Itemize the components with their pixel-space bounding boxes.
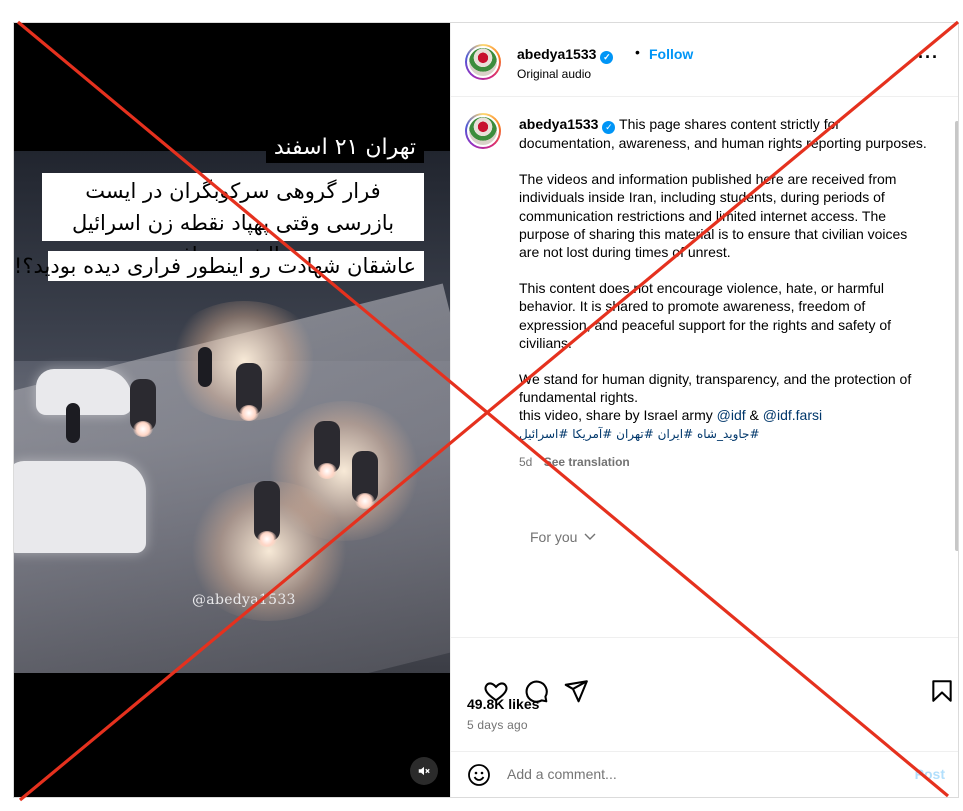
video-caption-date: تهران ۲۱ اسفند <box>265 133 424 163</box>
post-dialog: تهران ۲۱ اسفند فرار گروهی سرکوبگران در ا… <box>13 22 959 798</box>
chevron-down-icon <box>584 533 596 540</box>
speaker-muted-icon <box>418 766 430 776</box>
mention-idf[interactable]: @idf <box>717 407 746 423</box>
original-audio-link[interactable]: Original audio <box>517 67 591 81</box>
video-caption-headline: فرار گروهی سرکوبگران در ایست بازرسی وقتی… <box>42 173 424 267</box>
comment-bar: Post <box>451 751 958 797</box>
ampersand: & <box>749 407 759 424</box>
post-comment-button[interactable]: Post <box>915 766 945 782</box>
post-panel: abedya1533 ✓ • Follow Original audio ··· … <box>450 23 958 797</box>
video-watermark: @abedya1533 <box>192 592 296 608</box>
caption-paragraph-4: We stand for human dignity, transparency… <box>519 371 912 406</box>
avatar[interactable] <box>465 44 501 80</box>
video-caption-question: عاشقان شهادت رو اینطور فراری دیده بودید؟… <box>14 251 424 281</box>
username-link[interactable]: abedya1533 ✓ <box>517 46 614 64</box>
post-date[interactable]: 5 days ago <box>467 718 528 732</box>
post-caption-area: abedya1533 ✓ This page shares content str… <box>451 97 958 637</box>
mute-button[interactable] <box>410 757 438 785</box>
hashtag-list[interactable]: #جاوید_شاه #ایران #تهران #آمریکا #اسرائی… <box>519 425 929 443</box>
caption-paragraph-5: this video, share by Israel army <box>519 407 713 424</box>
follow-button[interactable]: Follow <box>649 46 693 62</box>
separator-dot: • <box>635 44 640 60</box>
bookmark-icon[interactable] <box>929 678 955 704</box>
for-you-label: For you <box>530 529 578 545</box>
comment-input[interactable] <box>507 766 887 782</box>
caption-scrollbar[interactable] <box>954 121 958 551</box>
video-player[interactable]: تهران ۲۱ اسفند فرار گروهی سرکوبگران در ا… <box>14 23 450 797</box>
likes-count[interactable]: 49.8K likes <box>467 696 539 712</box>
caption-paragraph-2: The videos and information published her… <box>519 171 908 261</box>
more-options-button[interactable]: ··· <box>918 47 939 68</box>
caption-username[interactable]: abedya1533 <box>519 116 598 132</box>
post-header: abedya1533 ✓ • Follow Original audio ··· <box>451 23 958 97</box>
emoji-icon[interactable] <box>467 763 491 787</box>
share-icon[interactable] <box>563 678 589 704</box>
post-age: 5d <box>519 454 533 469</box>
see-translation-link[interactable]: See translation <box>544 455 630 469</box>
verified-badge-icon: ✓ <box>600 51 614 64</box>
post-caption: abedya1533 ✓ This page shares content str… <box>519 115 929 471</box>
verified-badge-icon: ✓ <box>602 121 616 134</box>
caption-paragraph-3: This content does not encourage violence… <box>519 280 892 351</box>
username-text: abedya1533 <box>517 46 597 62</box>
mention-idf-farsi[interactable]: @idf.farsi <box>763 407 822 423</box>
avatar[interactable] <box>465 113 501 149</box>
for-you-dropdown[interactable]: For you <box>530 529 596 545</box>
